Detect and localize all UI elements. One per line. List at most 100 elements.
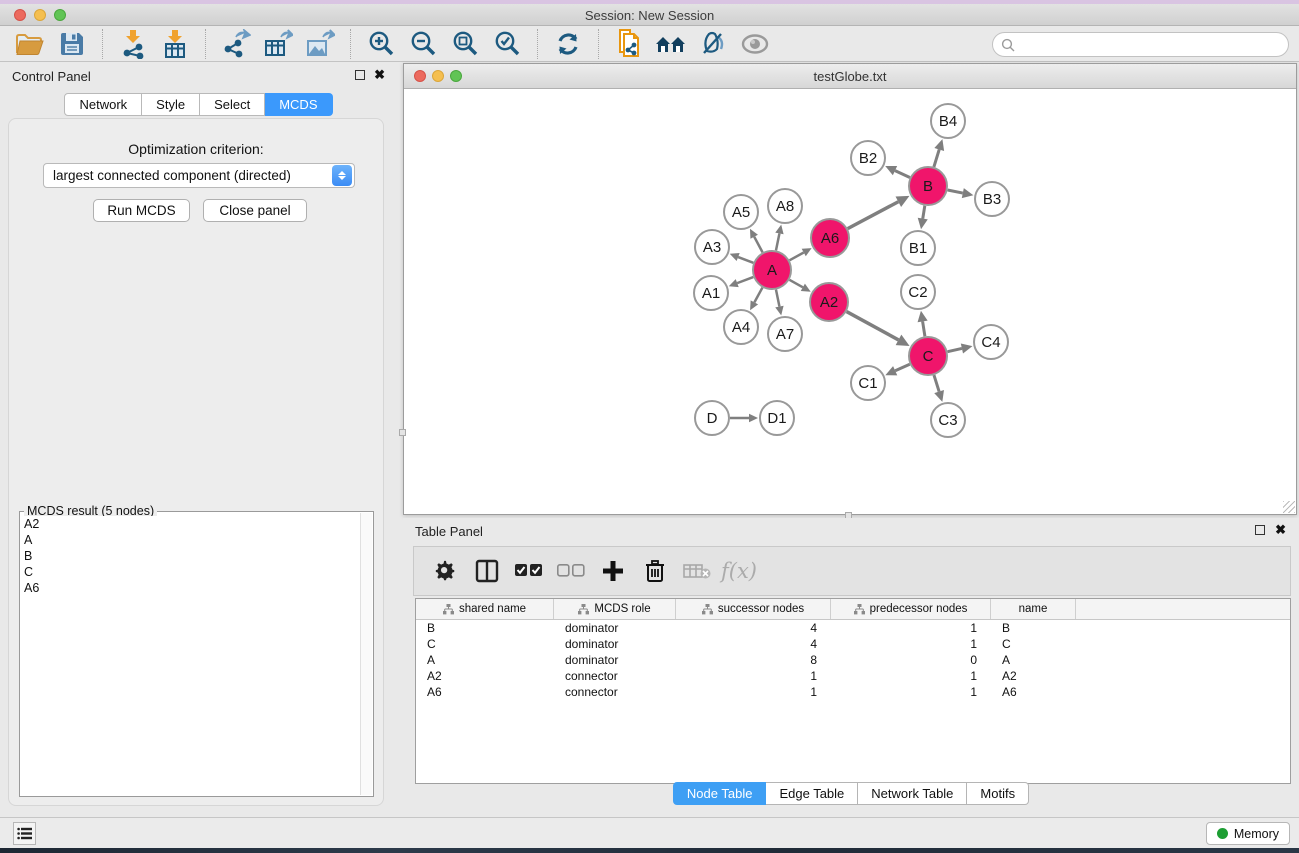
mcds-result-scrollbar[interactable] <box>360 513 372 795</box>
show-hide-panel-icon[interactable] <box>734 28 776 60</box>
export-image-icon[interactable] <box>299 28 341 60</box>
import-table-icon[interactable] <box>154 28 196 60</box>
table-cell: A6 <box>416 684 554 700</box>
column-header-successor-nodes[interactable]: successor nodes <box>676 599 831 619</box>
graph-node-label-A5: A5 <box>732 204 750 221</box>
network-window-titlebar[interactable]: testGlobe.txt <box>404 64 1296 89</box>
column-header-predecessor-nodes[interactable]: predecessor nodes <box>831 599 991 619</box>
divider-grip-left[interactable] <box>399 429 406 436</box>
zoom-fit-icon[interactable] <box>444 28 486 60</box>
table-row[interactable]: A2connector11A2 <box>416 668 1290 684</box>
run-mcds-button[interactable]: Run MCDS <box>93 199 190 222</box>
float-panel-icon[interactable] <box>355 70 365 80</box>
table-cell: 0 <box>831 652 991 668</box>
search-input[interactable] <box>1015 37 1288 52</box>
deselect-all-icon[interactable] <box>552 553 590 589</box>
network-graph: B4B2BB3A5A8A6A3B1AA1C2A2A4A7C4CC1C3DD1 <box>404 89 1296 514</box>
refresh-layout-icon[interactable] <box>547 28 589 60</box>
column-type-icon <box>578 604 589 615</box>
edge-B-B4 <box>934 149 939 166</box>
table-cell: 4 <box>676 636 831 652</box>
edge-A-A4 <box>754 288 762 303</box>
optimization-criterion-label: Optimization criterion: <box>9 141 383 157</box>
table-settings-icon[interactable] <box>426 553 464 589</box>
graph-node-label-D: D <box>707 410 718 427</box>
column-header-MCDS-role[interactable]: MCDS role <box>554 599 676 619</box>
graph-node-label-A: A <box>767 262 777 279</box>
tab-mcds[interactable]: MCDS <box>265 93 332 116</box>
column-header-name[interactable]: name <box>991 599 1076 619</box>
mcds-result-item[interactable]: A <box>21 532 360 548</box>
table-cell: connector <box>554 684 676 700</box>
table-header-row: shared name MCDS rolesuccessor nodesprede… <box>416 599 1290 620</box>
table-cell: 1 <box>831 620 991 636</box>
mcds-result-item[interactable]: B <box>21 548 360 564</box>
first-neighbors-icon[interactable] <box>650 28 692 60</box>
column-header-shared-name[interactable]: shared name <box>416 599 554 619</box>
session-titlebar[interactable]: Session: New Session <box>0 4 1299 26</box>
zoom-out-icon[interactable] <box>402 28 444 60</box>
graph-node-label-D1: D1 <box>767 410 786 427</box>
tab-motifs[interactable]: Motifs <box>967 782 1029 805</box>
delete-column-icon[interactable] <box>636 553 674 589</box>
task-history-button[interactable] <box>13 822 36 845</box>
tab-select[interactable]: Select <box>200 93 265 116</box>
zoom-in-icon[interactable] <box>360 28 402 60</box>
mcds-result-item[interactable]: A6 <box>21 580 360 596</box>
tab-network[interactable]: Network <box>64 93 142 116</box>
table-close-panel-icon[interactable]: ✖ <box>1275 522 1286 538</box>
window-resize-grip[interactable] <box>1283 501 1295 513</box>
export-table-icon[interactable] <box>257 28 299 60</box>
combo-spinner-icon <box>332 165 352 186</box>
optimization-criterion-select[interactable]: largest connected component (directed) <box>43 163 355 188</box>
close-panel-button[interactable]: Close panel <box>203 199 307 222</box>
column-header-label: shared name <box>459 603 526 615</box>
tab-style[interactable]: Style <box>142 93 200 116</box>
import-network-icon[interactable] <box>112 28 154 60</box>
memory-button[interactable]: Memory <box>1206 822 1290 845</box>
function-builder-icon[interactable]: f(x) <box>720 553 758 589</box>
graph-node-label-B4: B4 <box>939 113 957 130</box>
arrowhead-B-B4 <box>934 139 944 151</box>
table-row[interactable]: A6connector11A6 <box>416 684 1290 700</box>
graph-node-label-C2: C2 <box>908 284 927 301</box>
table-row[interactable]: Cdominator41C <box>416 636 1290 652</box>
graph-node-label-A2: A2 <box>820 294 838 311</box>
table-cell: dominator <box>554 620 676 636</box>
zoom-selected-icon[interactable] <box>486 28 528 60</box>
close-panel-icon[interactable]: ✖ <box>374 67 385 83</box>
arrowhead-B-B3 <box>962 188 974 198</box>
toggle-views-icon[interactable] <box>468 553 506 589</box>
table-cell: connector <box>554 668 676 684</box>
network-view-window: testGlobe.txt B4B2BB3A5A8A6A3B1AA1C2A2A4… <box>403 63 1297 515</box>
mcds-result-item[interactable]: C <box>21 564 360 580</box>
mcds-result-item[interactable]: A2 <box>21 516 360 532</box>
memory-status-icon <box>1217 828 1228 839</box>
delete-table-icon[interactable] <box>678 553 716 589</box>
table-row[interactable]: Bdominator41B <box>416 620 1290 636</box>
open-file-icon[interactable] <box>9 28 51 60</box>
graph-node-label-A7: A7 <box>776 326 794 343</box>
save-session-icon[interactable] <box>51 28 93 60</box>
new-network-from-selection-icon[interactable] <box>608 28 650 60</box>
table-float-panel-icon[interactable] <box>1255 525 1265 535</box>
network-canvas[interactable]: B4B2BB3A5A8A6A3B1AA1C2A2A4A7C4CC1C3DD1 <box>404 89 1296 514</box>
list-icon <box>17 827 32 840</box>
control-panel-title: Control Panel <box>12 69 91 84</box>
export-network-icon[interactable] <box>215 28 257 60</box>
table-row[interactable]: Adominator80A <box>416 652 1290 668</box>
edge-A2-C <box>847 312 899 340</box>
toolbar-search-field[interactable] <box>992 32 1289 57</box>
edge-A-A7 <box>776 290 779 307</box>
tab-node-table[interactable]: Node Table <box>673 782 767 805</box>
select-all-icon[interactable] <box>510 553 548 589</box>
tab-network-table[interactable]: Network Table <box>858 782 967 805</box>
add-column-icon[interactable] <box>594 553 632 589</box>
hide-graphics-details-icon[interactable] <box>692 28 734 60</box>
table-cell: 1 <box>831 684 991 700</box>
graph-node-label-C: C <box>923 348 934 365</box>
graph-node-label-A3: A3 <box>703 239 721 256</box>
control-panel-tabbar: NetworkStyleSelectMCDS <box>0 93 397 116</box>
tab-edge-table[interactable]: Edge Table <box>766 782 858 805</box>
mcds-result-list[interactable]: A2ABCA6 <box>21 516 360 795</box>
